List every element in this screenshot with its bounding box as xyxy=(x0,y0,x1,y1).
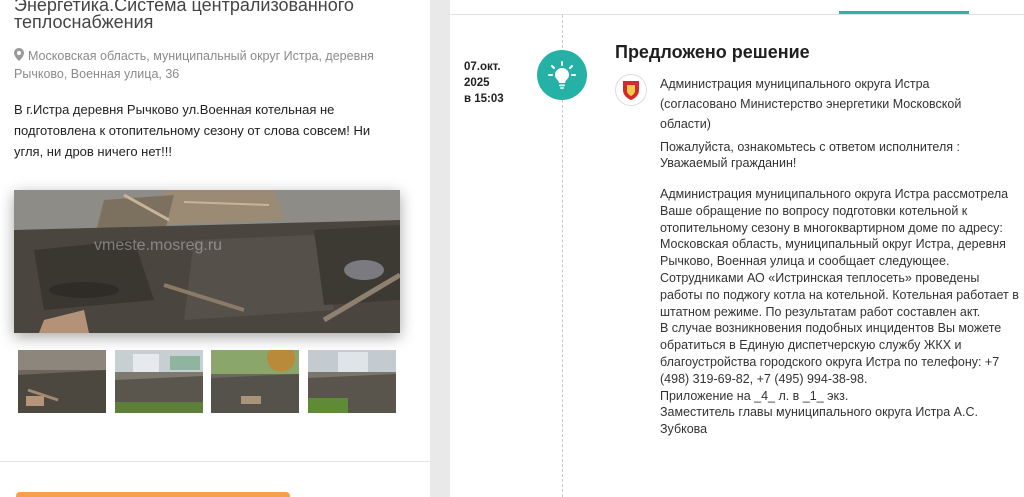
event-date: 07.окт. 2025 в 15:03 xyxy=(464,59,524,107)
organization-name: Администрация муниципального округа Истр… xyxy=(660,77,962,131)
issue-description: В г.Истра деревня Рычково ул.Военная кот… xyxy=(14,102,371,159)
photo-thumbnail-1[interactable] xyxy=(18,350,106,413)
main-photo[interactable]: vmeste.mosreg.ru xyxy=(14,190,400,333)
response-paragraph: Сотрудниками АО «Истринская теплосеть» п… xyxy=(660,270,1019,319)
photo-thumbnail-4[interactable] xyxy=(308,350,396,413)
issue-category: Энергетика.Система централизованного теп… xyxy=(14,0,354,32)
photo-watermark: vmeste.mosreg.ru xyxy=(94,237,222,254)
response-paragraph: Администрация муниципального округа Истр… xyxy=(660,187,1009,269)
lightbulb-icon xyxy=(537,50,587,100)
section-divider xyxy=(0,461,430,462)
response-paragraph: Заместитель главы муниципального округа … xyxy=(660,405,978,437)
response-paragraph: В случае возникновения подобных инцидент… xyxy=(660,321,1002,386)
map-pin-icon xyxy=(14,48,24,66)
issue-address: Московская область, муниципальный округ … xyxy=(14,48,404,83)
photo-thumbnail-2[interactable] xyxy=(115,350,203,413)
response-body: Администрация муниципального округа Истр… xyxy=(660,186,1020,438)
event-title: Предложено решение xyxy=(615,42,810,62)
event-date-year: 2025 xyxy=(464,77,490,89)
timeline-panel: 07.окт. 2025 в 15:03 Предложено решение … xyxy=(450,0,1024,497)
response-notice: Пожалуйста, ознакомьтесь с ответом испол… xyxy=(660,139,1015,171)
tabs-bar xyxy=(450,0,1024,15)
tab-active-indicator[interactable] xyxy=(839,11,969,14)
issue-panel: Энергетика.Система централизованного теп… xyxy=(0,0,430,497)
action-button[interactable] xyxy=(16,492,290,497)
notice-line-2: Уважаемый гражданин! xyxy=(660,156,797,170)
moscow-region-coat-of-arms-icon xyxy=(615,74,647,106)
notice-line-1: Пожалуйста, ознакомьтесь с ответом испол… xyxy=(660,140,960,154)
event-date-day: 07.окт. xyxy=(464,61,501,73)
address-text: Московская область, муниципальный округ … xyxy=(14,49,374,81)
response-paragraph: Приложение на _4_ л. в _1_ экз. xyxy=(660,388,849,403)
photo-thumbnail-3[interactable] xyxy=(211,350,299,413)
event-date-time: в 15:03 xyxy=(464,93,504,105)
